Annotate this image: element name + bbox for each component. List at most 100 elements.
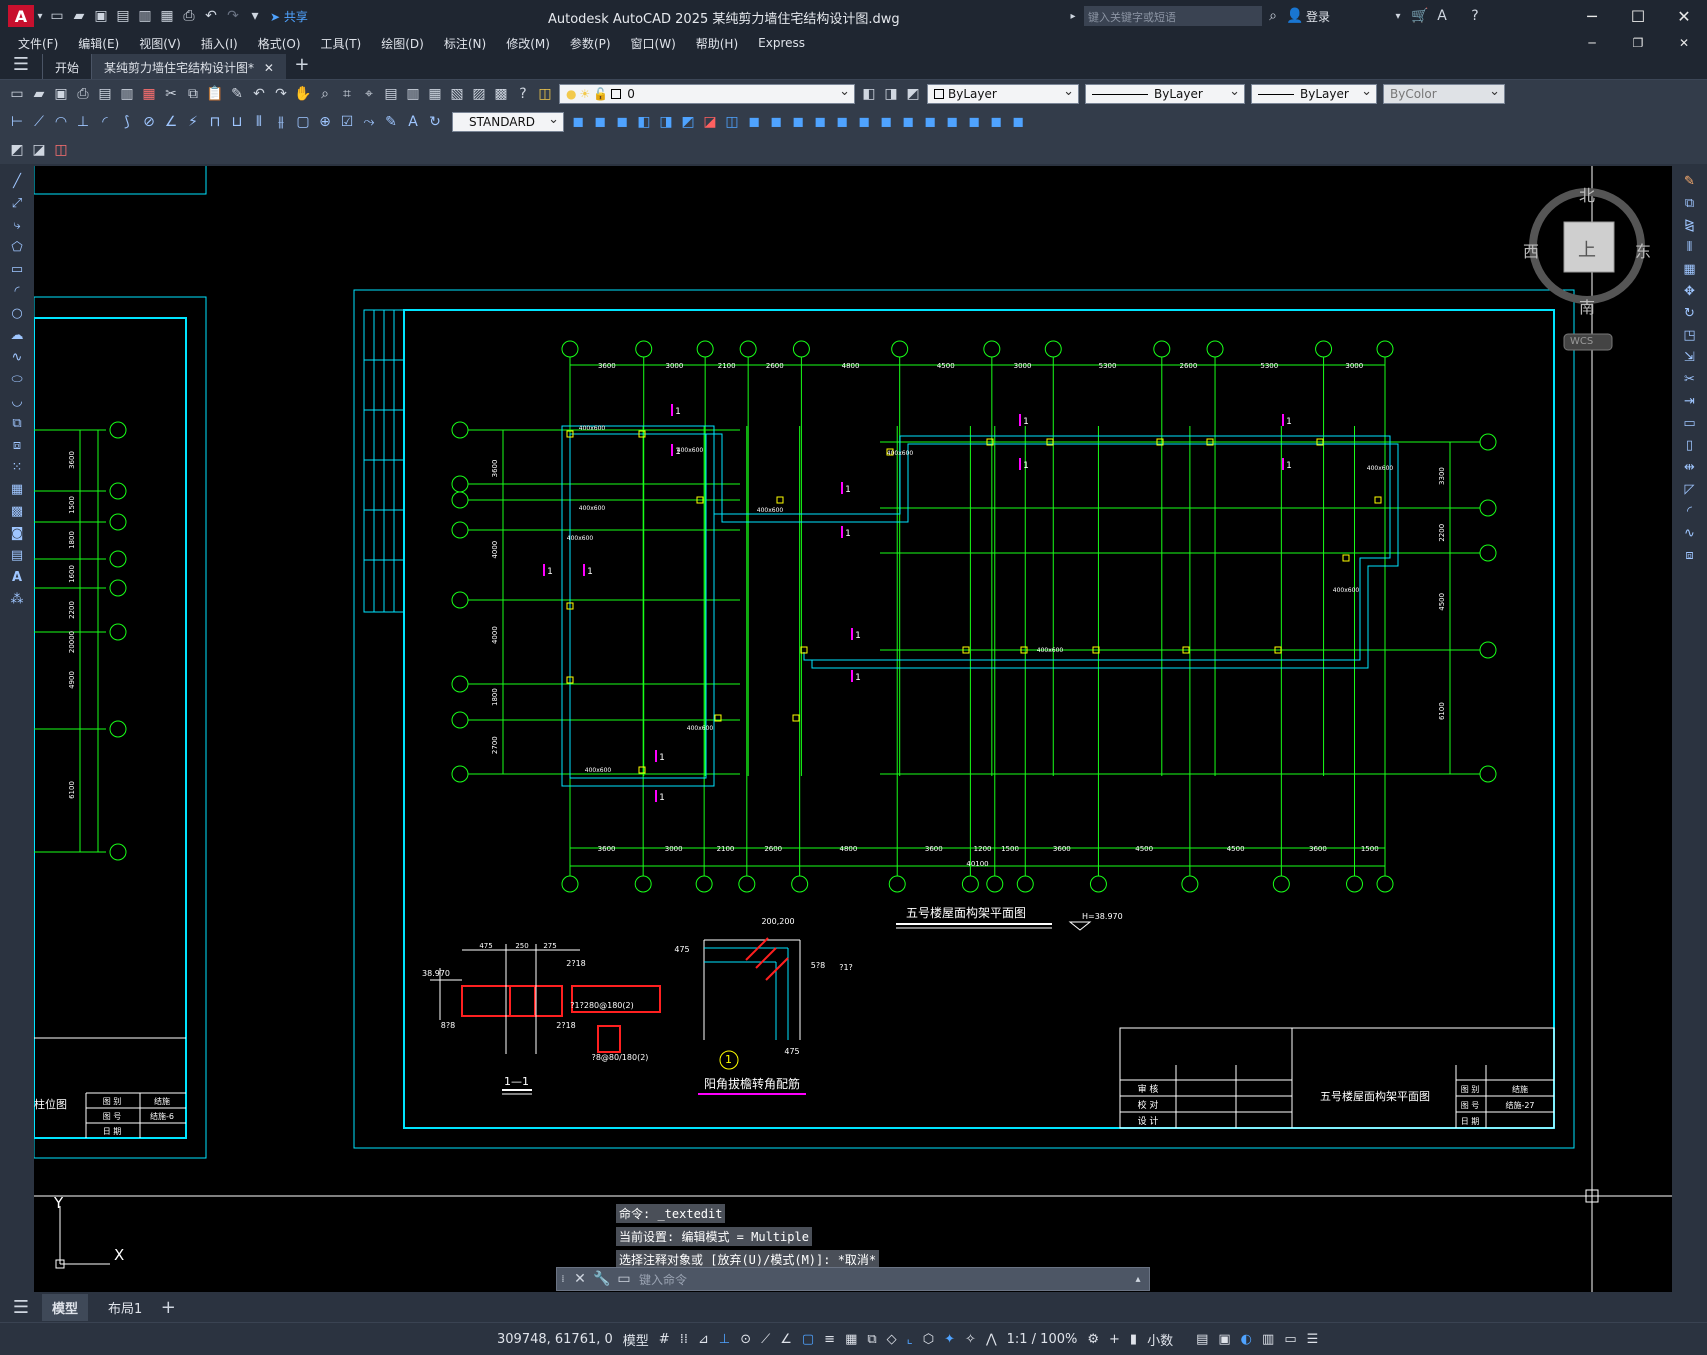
doc-restore-icon[interactable]: ❐ [1615,36,1661,50]
close-icon[interactable]: ✕ [570,1269,590,1289]
stretch-icon[interactable]: ⇲ [1679,347,1701,367]
search-input[interactable]: 键入关键字或短语 [1084,6,1262,26]
break-at-point-icon[interactable]: ▭ [1679,413,1701,433]
dim-space-icon[interactable]: ⫴ [249,112,269,132]
redo-icon[interactable]: ↷ [223,6,243,26]
center-mark-icon[interactable]: ⊕ [315,112,335,132]
menu-draw[interactable]: 绘图(D) [371,35,434,52]
search-icon[interactable]: ⌕ [1263,6,1283,26]
menu-format[interactable]: 格式(O) [248,35,311,52]
rectangle-icon[interactable]: ▭ [6,259,28,279]
model-space-toggle[interactable]: 模型 [623,1330,649,1349]
open-icon[interactable]: ▰ [29,84,49,104]
gizmo-icon[interactable]: ⬡ [923,1332,934,1347]
web-save-icon[interactable]: ▥ [135,6,155,26]
erase-icon[interactable]: ✎ [1679,171,1701,191]
transparency-icon[interactable]: ▦ [845,1332,857,1347]
close-tab-icon[interactable]: ✕ [264,61,274,75]
revcloud-icon[interactable]: ☁ [6,325,28,345]
mirror-icon[interactable]: ⧎ [1679,215,1701,235]
intersect-icon[interactable]: ◼ [788,112,808,132]
offset-icon[interactable]: ⫴ [1679,237,1701,257]
polyline-icon[interactable]: ⤷ [6,215,28,235]
viewcube-top[interactable]: 上 [1578,236,1596,262]
viewcube-south[interactable]: 南 [1579,294,1595,318]
save-icon[interactable]: ▣ [51,84,71,104]
gradient-icon[interactable]: ▩ [6,501,28,521]
doc-minimize-icon[interactable]: ─ [1569,36,1615,50]
dim-aligned-icon[interactable]: ⟋ [29,112,49,132]
customize-icon[interactable]: ☰ [1307,1332,1319,1347]
matchprop-icon[interactable]: ✎ [227,84,247,104]
hamburger-menu-icon[interactable]: ☰ [1,1297,41,1318]
menu-edit[interactable]: 编辑(E) [68,35,129,52]
zoom-realtime-icon[interactable]: ⌕ [315,84,335,104]
help-icon[interactable]: ? [513,84,533,104]
flatshot-icon[interactable]: ◼ [964,112,984,132]
ortho-icon[interactable]: ⊥ [719,1332,730,1347]
pan-icon[interactable]: ✋ [293,84,313,104]
dim-diameter-icon[interactable]: ⊘ [139,112,159,132]
3d-rotate-icon[interactable]: ◼ [876,112,896,132]
units-value[interactable]: 小数 [1147,1330,1173,1349]
quick-dim-icon[interactable]: ⚡ [183,112,203,132]
paste-icon[interactable]: 📋 [205,84,225,104]
dim-edit-icon[interactable]: ✎ [381,112,401,132]
layer-previous-icon[interactable]: ◨ [881,84,901,104]
tab-model[interactable]: 模型 [42,1293,89,1321]
line-icon[interactable]: ╱ [6,171,28,191]
otrack-icon[interactable]: ∠ [780,1332,792,1347]
menu-tools[interactable]: 工具(T) [311,35,372,52]
command-input[interactable]: 键入命令 [639,1271,1127,1288]
shell-icon[interactable]: ◼ [832,112,852,132]
tab-layout1[interactable]: 布局1 [98,1294,152,1321]
user-icon[interactable]: 👤 [1285,6,1305,26]
annotation-visibility-icon[interactable]: ✦ [944,1332,955,1347]
zoom-previous-icon[interactable]: ⌖ [359,84,379,104]
customize-icon[interactable]: ▾ [245,6,265,26]
undo-icon[interactable]: ↶ [249,84,269,104]
hamburger-menu-icon[interactable]: ☰ [1,54,41,75]
save-icon[interactable]: ▣ [91,6,111,26]
table-icon[interactable]: ▤ [6,545,28,565]
dim-continue-icon[interactable]: ⊔ [227,112,247,132]
trim-icon[interactable]: ✂ [1679,369,1701,389]
layer-properties-icon[interactable]: ◫ [535,84,555,104]
dim-update-icon[interactable]: ↻ [425,112,445,132]
menu-view[interactable]: 视图(V) [129,35,191,52]
lineweight-icon[interactable]: ≡ [824,1332,835,1347]
copy-icon[interactable]: ⧉ [183,84,203,104]
wrench-icon[interactable]: 🔧 [592,1269,612,1289]
layer-state-icon[interactable]: ◩ [903,84,923,104]
subtract-icon[interactable]: ◼ [766,112,786,132]
break-icon[interactable]: ▯ [1679,435,1701,455]
scale-icon[interactable]: ◳ [1679,325,1701,345]
annotation-monitor-icon[interactable]: + [1109,1332,1120,1347]
plot-icon[interactable]: ⎙ [73,84,93,104]
tolerance-icon[interactable]: ▢ [293,112,313,132]
redo-icon[interactable]: ↷ [271,84,291,104]
command-prompt-icon[interactable]: ▭ [614,1269,634,1289]
cylinder-icon[interactable]: ◼ [590,112,610,132]
clean-screen-icon[interactable]: ▭ [1284,1332,1296,1347]
inspect-icon[interactable]: ☑ [337,112,357,132]
print-icon[interactable]: ⎙ [179,6,199,26]
3d-align-icon[interactable]: ◼ [898,112,918,132]
sweep-icon[interactable]: ◩ [678,112,698,132]
slice-icon[interactable]: ◼ [810,112,830,132]
hardware-accel-icon[interactable]: ▥ [1262,1332,1274,1347]
dim-arc-icon[interactable]: ◠ [51,112,71,132]
polar-icon[interactable]: ⊙ [740,1332,751,1347]
solid-edit-icon[interactable]: ◼ [1008,112,1028,132]
annotation-scale-value[interactable]: 1:1 / 100% [1007,1332,1078,1347]
mtext-icon[interactable]: A [6,567,28,587]
fillet-icon[interactable]: ◜ [1679,501,1701,521]
open-folder-icon[interactable]: ▰ [69,6,89,26]
lock-ui-icon[interactable]: ▣ [1218,1332,1230,1347]
hatch-icon[interactable]: ▦ [6,479,28,499]
toolpalettes-icon[interactable]: ▦ [425,84,445,104]
insert-block-icon[interactable]: ◪ [29,140,49,160]
attribute-icon[interactable]: ◫ [51,140,71,160]
grid-icon[interactable]: # [659,1332,670,1347]
plotstyle-dropdown[interactable]: ByColor [1383,84,1505,104]
